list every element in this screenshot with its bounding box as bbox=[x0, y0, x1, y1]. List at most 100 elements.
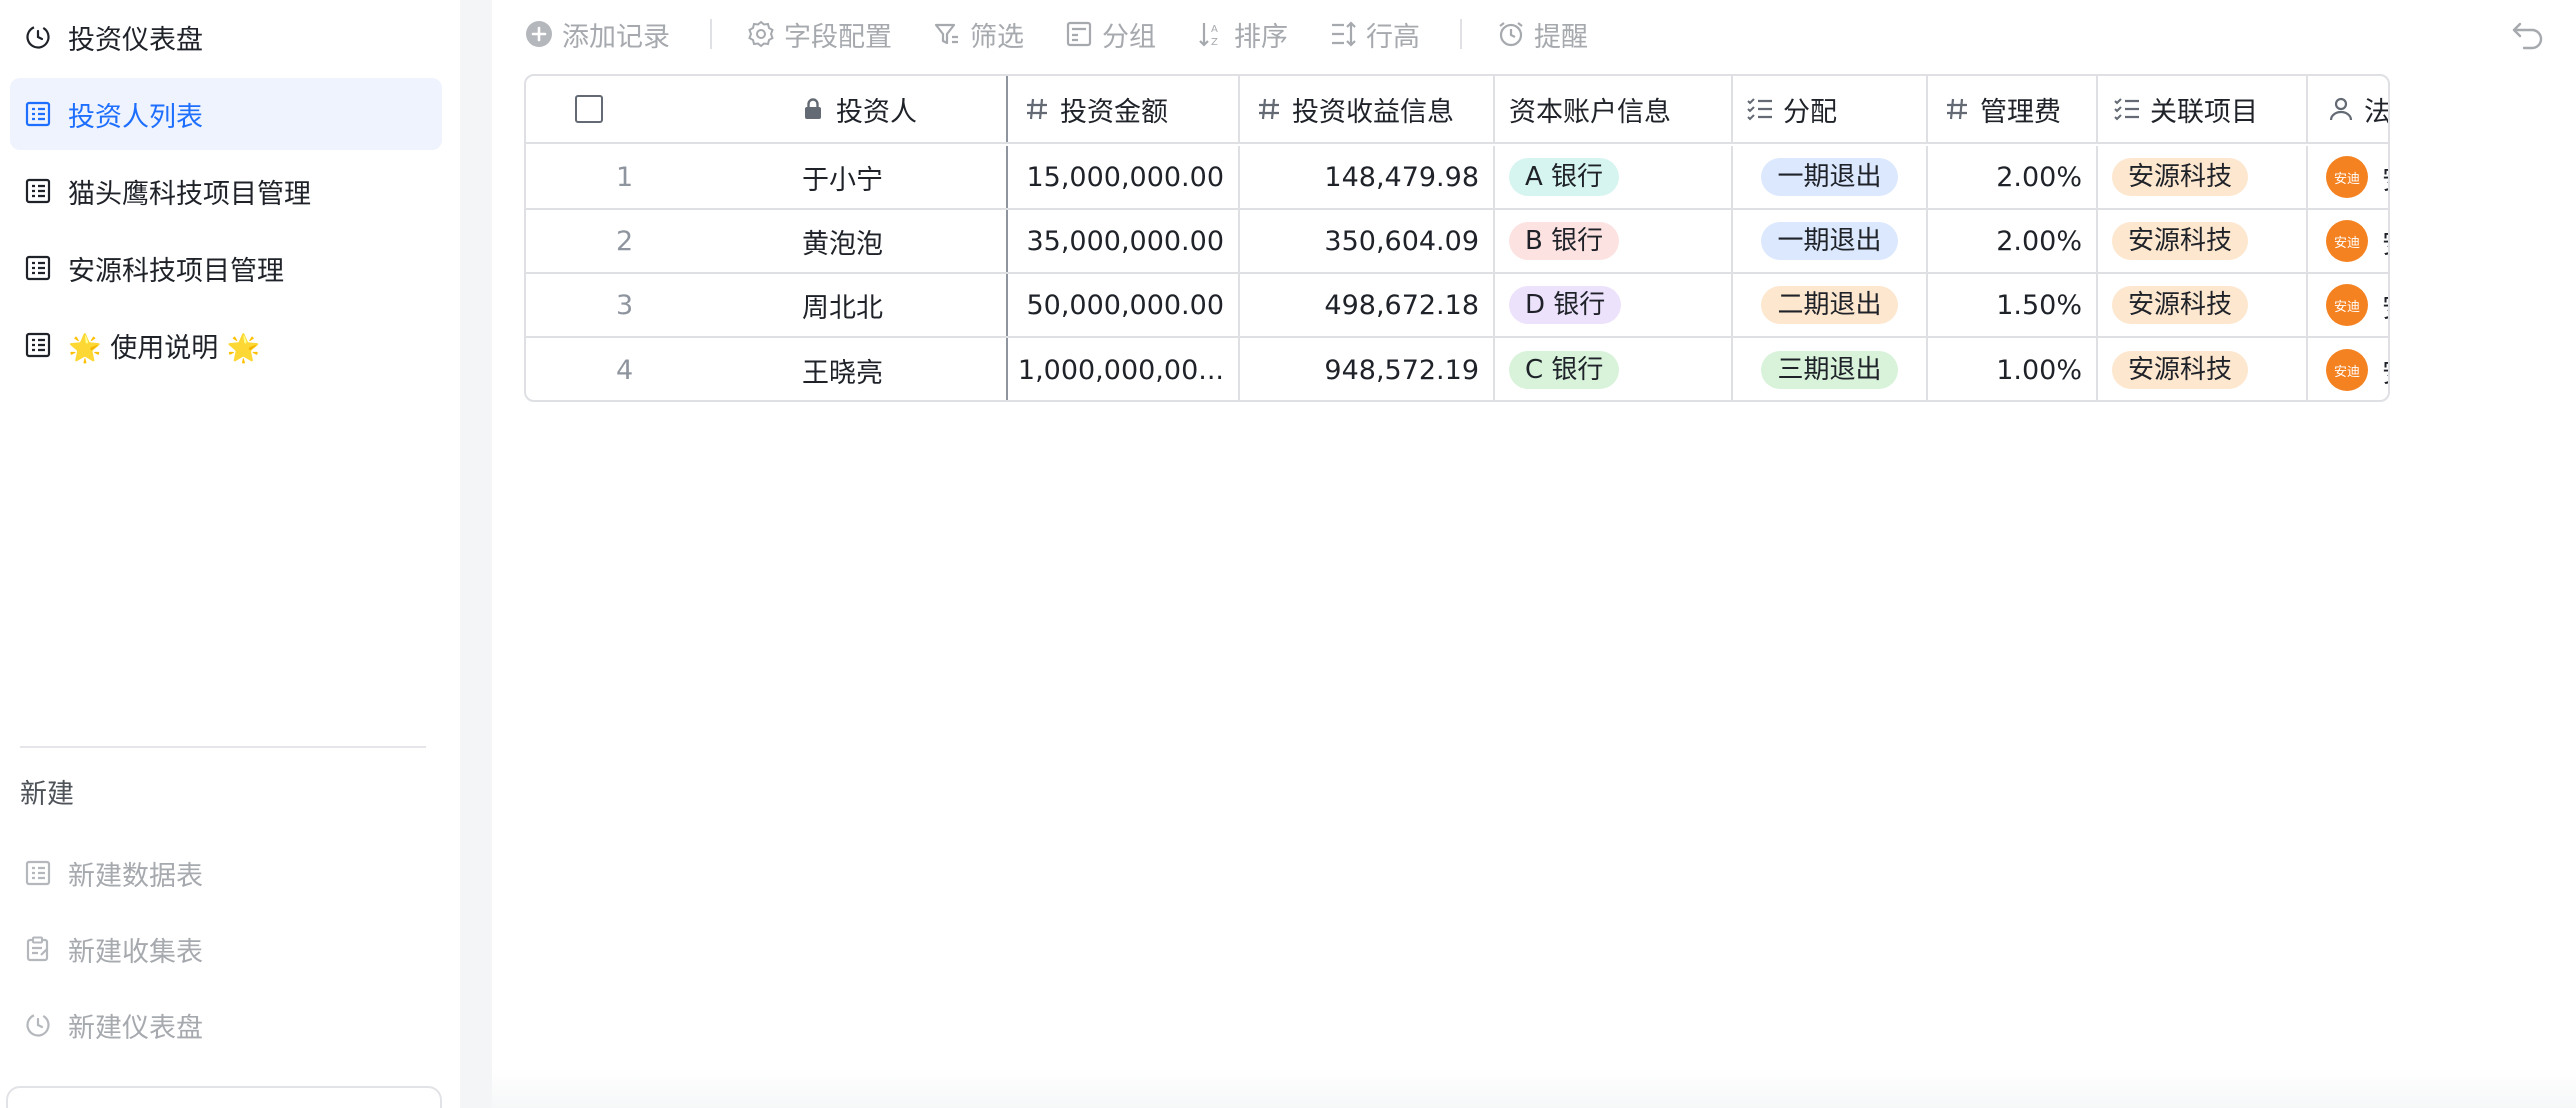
group-button[interactable]: 分组 bbox=[1064, 15, 1156, 54]
amount-cell[interactable]: 1,000,000,00... bbox=[1008, 338, 1240, 400]
distribution-cell[interactable]: 三期退出 bbox=[1733, 338, 1928, 400]
row-height-button[interactable]: 行高 bbox=[1328, 15, 1420, 54]
legal-cell[interactable]: 安迪安迪 bbox=[2308, 146, 2388, 208]
row-index: 1 bbox=[616, 161, 634, 193]
table-row[interactable]: 4 王晓亮 1,000,000,00... 948,572.19 C 银行 三期退出 1.0… bbox=[526, 338, 2388, 400]
column-header-distribution[interactable]: 分配 bbox=[1733, 76, 1928, 142]
legal-cell[interactable]: 安迪安迪 bbox=[2308, 338, 2388, 400]
svg-text:Z: Z bbox=[1211, 37, 1218, 48]
investor-cell[interactable]: 王晓亮 bbox=[778, 338, 1008, 400]
sidebar-item-instructions[interactable]: 🌟 使用说明 🌟 bbox=[10, 309, 442, 381]
account-cell[interactable]: D 银行 bbox=[1495, 274, 1733, 336]
sidebar-item-label: 投资人列表 bbox=[68, 101, 203, 133]
gear-icon bbox=[746, 19, 776, 49]
reminder-button[interactable]: 提醒 bbox=[1496, 15, 1588, 54]
number-icon bbox=[1254, 94, 1284, 124]
project-cell[interactable]: 安源科技 bbox=[2098, 274, 2308, 336]
investor-cell[interactable]: 黄泡泡 bbox=[778, 210, 1008, 272]
column-header-investor[interactable]: 投资人 bbox=[778, 76, 1008, 142]
table-icon bbox=[22, 98, 54, 130]
table-icon bbox=[22, 857, 54, 889]
distribution-cell[interactable]: 一期退出 bbox=[1733, 210, 1928, 272]
amount-cell[interactable]: 50,000,000.00 bbox=[1008, 274, 1240, 336]
sidebar-item-label: 🌟 使用说明 🌟 bbox=[68, 332, 261, 364]
returns-cell[interactable]: 148,479.98 bbox=[1240, 146, 1495, 208]
row-left-margin bbox=[526, 146, 560, 208]
project-cell[interactable]: 安源科技 bbox=[2098, 210, 2308, 272]
returns-cell[interactable]: 948,572.19 bbox=[1240, 338, 1495, 400]
fee-cell[interactable]: 1.50% bbox=[1928, 274, 2098, 336]
column-header-returns[interactable]: 投资收益信息 bbox=[1240, 76, 1495, 142]
project-tag: 安源科技 bbox=[2112, 351, 2249, 389]
distribution-tag: 一期退出 bbox=[1761, 222, 1898, 260]
toolbar-separator bbox=[710, 19, 712, 49]
select-all-cell bbox=[526, 76, 652, 142]
sidebar-item-investor-list[interactable]: 投资人列表 bbox=[10, 78, 442, 150]
project-cell[interactable]: 安源科技 bbox=[2098, 146, 2308, 208]
add-record-button[interactable]: 添加记录 bbox=[524, 15, 670, 54]
legal-cell[interactable]: 安迪安迪 bbox=[2308, 210, 2388, 272]
row-left-margin bbox=[526, 274, 560, 336]
table-icon bbox=[22, 329, 54, 361]
new-dashboard-button[interactable]: 新建仪表盘 bbox=[10, 989, 442, 1061]
column-header-fee[interactable]: 管理费 bbox=[1928, 76, 2098, 142]
row-height-icon bbox=[1328, 19, 1358, 49]
new-form-button[interactable]: 新建收集表 bbox=[10, 913, 442, 985]
select-all-checkbox[interactable] bbox=[575, 95, 603, 123]
person-icon bbox=[2326, 94, 2356, 124]
distribution-tag: 三期退出 bbox=[1761, 351, 1898, 389]
distribution-tag: 一期退出 bbox=[1761, 158, 1898, 196]
bottom-shade bbox=[492, 1068, 2576, 1108]
project-cell[interactable]: 安源科技 bbox=[2098, 338, 2308, 400]
svg-text:A: A bbox=[1211, 24, 1218, 35]
new-item-label: 新建收集表 bbox=[68, 936, 203, 968]
avatar: 安迪 bbox=[2326, 220, 2368, 262]
amount-cell[interactable]: 35,000,000.00 bbox=[1008, 210, 1240, 272]
account-cell[interactable]: C 银行 bbox=[1495, 338, 1733, 400]
table-row[interactable]: 3 周北北 50,000,000.00 498,672.18 D 银行 二期退出 1.50%… bbox=[526, 274, 2388, 338]
table-icon bbox=[22, 175, 54, 207]
fee-cell[interactable]: 2.00% bbox=[1928, 210, 2098, 272]
distribution-cell[interactable]: 二期退出 bbox=[1733, 274, 1928, 336]
toolbar: 添加记录 字段配置 筛选 分组 AZ 排序 行高 提醒 bbox=[524, 10, 1628, 58]
account-cell[interactable]: B 银行 bbox=[1495, 210, 1733, 272]
column-header-account[interactable]: 资本账户信息 bbox=[1495, 76, 1733, 142]
table-icon bbox=[22, 252, 54, 284]
row-index: 3 bbox=[616, 289, 634, 321]
sidebar-item-label: 投资仪表盘 bbox=[68, 24, 203, 56]
column-header-project[interactable]: 关联项目 bbox=[2098, 76, 2308, 142]
account-cell[interactable]: A 银行 bbox=[1495, 146, 1733, 208]
returns-cell[interactable]: 350,604.09 bbox=[1240, 210, 1495, 272]
sidebar-resize-gutter[interactable] bbox=[460, 0, 492, 1108]
table-row[interactable]: 1 于小宁 15,000,000.00 148,479.98 A 银行 一期退出 2.00%… bbox=[526, 146, 2388, 210]
row-left-margin bbox=[526, 210, 560, 272]
sort-button[interactable]: AZ 排序 bbox=[1196, 15, 1288, 54]
plus-circle-icon bbox=[524, 19, 554, 49]
field-config-button[interactable]: 字段配置 bbox=[746, 15, 892, 54]
filter-button[interactable]: 筛选 bbox=[932, 15, 1024, 54]
undo-icon[interactable] bbox=[2510, 16, 2546, 52]
distribution-cell[interactable]: 一期退出 bbox=[1733, 146, 1928, 208]
dashboard-icon bbox=[22, 1009, 54, 1041]
project-tag: 安源科技 bbox=[2112, 286, 2249, 324]
row-index: 2 bbox=[616, 225, 634, 257]
fee-cell[interactable]: 2.00% bbox=[1928, 146, 2098, 208]
fee-cell[interactable]: 1.00% bbox=[1928, 338, 2098, 400]
returns-cell[interactable]: 498,672.18 bbox=[1240, 274, 1495, 336]
sidebar-bottom-panel[interactable] bbox=[6, 1086, 442, 1108]
investor-cell[interactable]: 于小宁 bbox=[778, 146, 1008, 208]
legal-cell[interactable]: 安迪安迪 bbox=[2308, 274, 2388, 336]
column-header-amount[interactable]: 投资金额 bbox=[1008, 76, 1240, 142]
sidebar-item-label: 猫头鹰科技项目管理 bbox=[68, 178, 311, 210]
new-datasheet-button[interactable]: 新建数据表 bbox=[10, 837, 442, 909]
sidebar-item-anyuan-tech-projects[interactable]: 安源科技项目管理 bbox=[10, 232, 442, 304]
sidebar-item-owl-tech-projects[interactable]: 猫头鹰科技项目管理 bbox=[10, 155, 442, 227]
amount-cell[interactable]: 15,000,000.00 bbox=[1008, 146, 1240, 208]
sidebar-item-investment-dashboard[interactable]: 投资仪表盘 bbox=[10, 1, 442, 73]
investor-cell[interactable]: 周北北 bbox=[778, 274, 1008, 336]
table-row[interactable]: 2 黄泡泡 35,000,000.00 350,604.09 B 银行 一期退出 2.00%… bbox=[526, 210, 2388, 274]
account-tag: C 银行 bbox=[1509, 351, 1620, 389]
sidebar-divider bbox=[20, 746, 426, 748]
column-header-legal[interactable]: 法务合同 bbox=[2308, 76, 2388, 142]
avatar: 安迪 bbox=[2326, 349, 2368, 391]
